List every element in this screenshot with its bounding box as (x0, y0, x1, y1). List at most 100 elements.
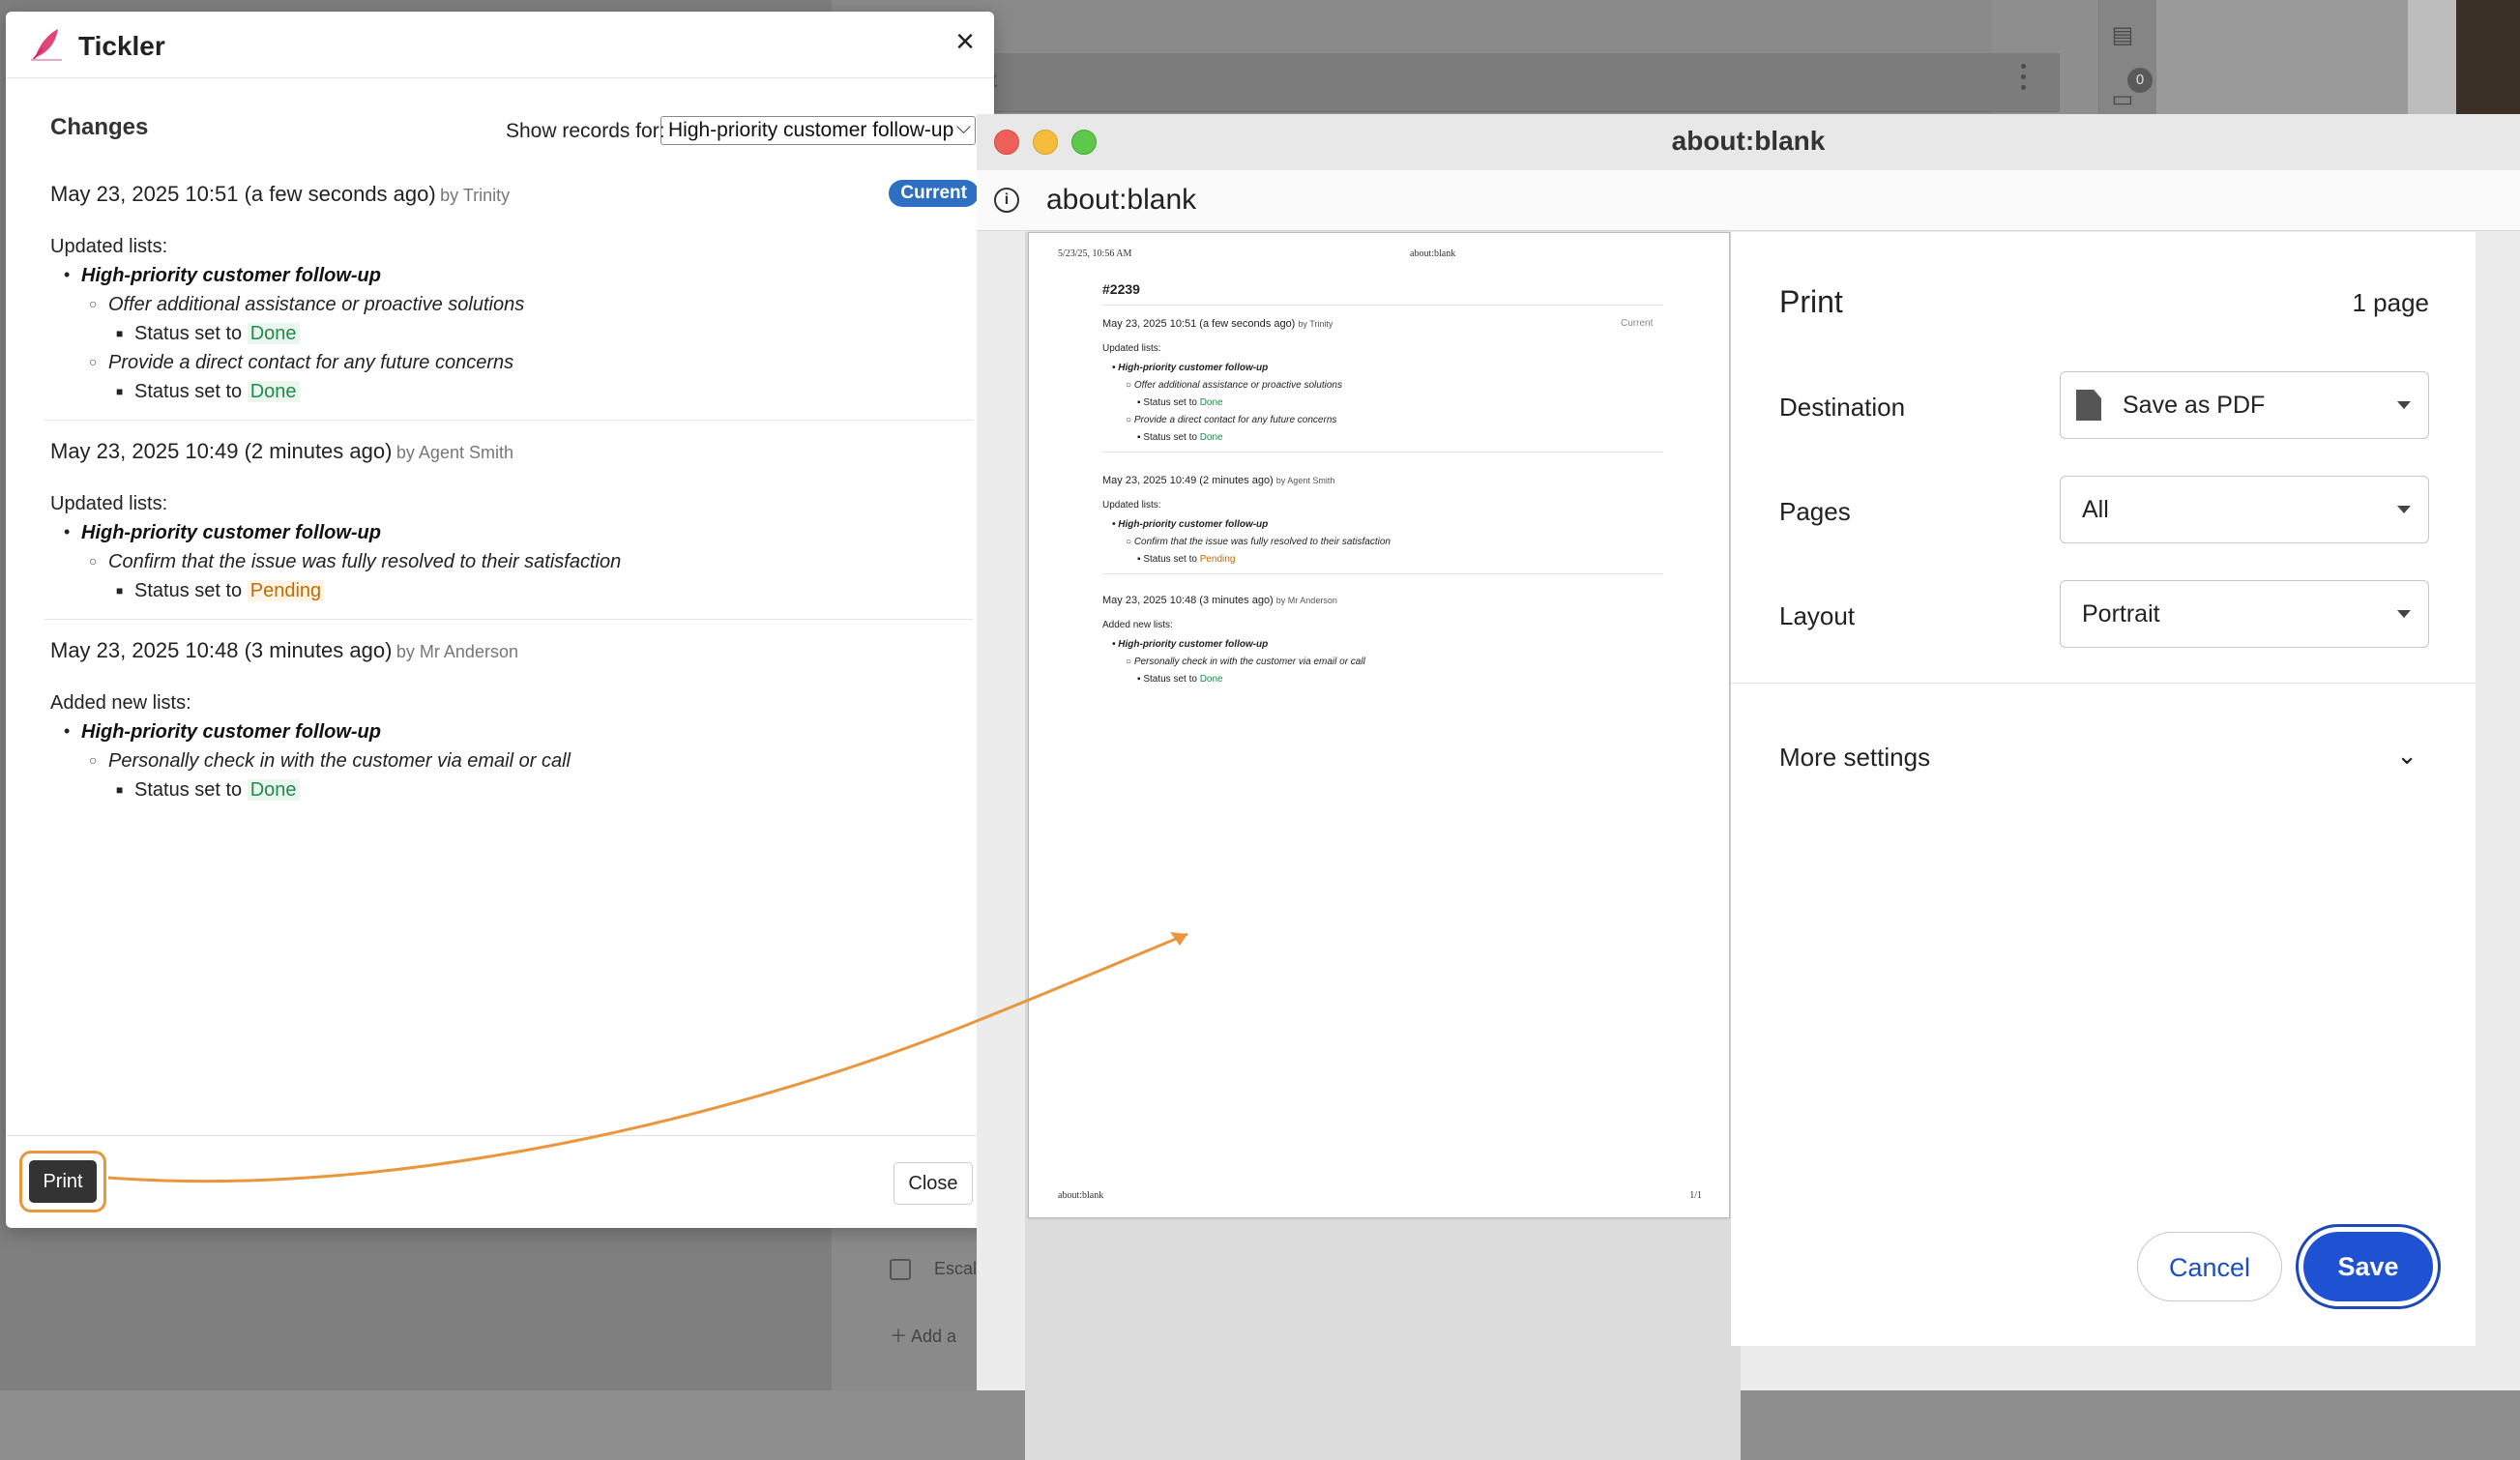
list-item-text: Confirm that the issue was fully resolve… (108, 551, 622, 572)
tickler-title: Tickler (78, 31, 165, 61)
bullet-square: ■ (116, 783, 124, 797)
preview-separator (1102, 305, 1663, 306)
record-action: Updated lists: (50, 493, 168, 514)
status-value: Done (247, 323, 300, 344)
pages-select[interactable]: All (2060, 476, 2429, 543)
preview-record-author: by Agent Smith (1275, 476, 1335, 485)
bullet-square: ■ (116, 385, 124, 398)
pages-label: Pages (1779, 497, 1851, 526)
url-text[interactable]: about:blank (1046, 184, 1196, 217)
feather-logo-icon (31, 29, 62, 61)
current-badge: Current (889, 180, 979, 207)
changes-heading: Changes (50, 114, 149, 140)
background-add-text: Add a (911, 1327, 957, 1346)
preview-record-heading: May 23, 2025 10:49 (2 minutes ago) by Ag… (1102, 475, 1334, 486)
preview-record-date: May 23, 2025 10:51 (a few seconds ago) (1102, 318, 1296, 330)
layout-value: Portrait (2082, 600, 2160, 628)
preview-status: ▪ Status set to Done (1137, 397, 1223, 408)
status-value: Done (247, 381, 300, 402)
destination-select[interactable]: Save as PDF (2060, 371, 2429, 439)
preview-record-action: Updated lists: (1102, 343, 1161, 354)
preview-record-heading: May 23, 2025 10:48 (3 minutes ago) by Mr… (1102, 595, 1337, 606)
preview-separator (1102, 452, 1663, 453)
preview-record-date: May 23, 2025 10:49 (2 minutes ago) (1102, 475, 1274, 486)
show-records-select[interactable]: High-priority customer follow-up ⌵ (660, 116, 976, 145)
preview-item-text: Provide a direct contact for any future … (1133, 415, 1337, 425)
preview-list-text: High-priority customer follow-up (1118, 519, 1269, 530)
footer-divider (6, 1135, 994, 1136)
preview-item: ○ Confirm that the issue was fully resol… (1126, 537, 1391, 547)
record-heading: May 23, 2025 10:49 (2 minutes ago) by Ag… (50, 439, 979, 464)
preview-item-text: Offer additional assistance or proactive… (1133, 380, 1342, 391)
list-name: High-priority customer follow-up (81, 721, 381, 743)
more-settings-toggle[interactable]: More settings (1779, 743, 1930, 773)
kebab-menu-icon[interactable] (2021, 64, 2027, 91)
dropdown-arrow-icon (2397, 610, 2411, 618)
preview-item-text: Confirm that the issue was fully resolve… (1133, 537, 1391, 547)
preview-status: ▪ Status set to Done (1137, 432, 1223, 443)
list-item-text: Provide a direct contact for any future … (108, 352, 514, 373)
bullet-circle: ○ (89, 354, 98, 369)
preview-separator (1102, 573, 1663, 574)
record-author: by Agent Smith (396, 443, 513, 462)
preview-header-date: 5/23/25, 10:56 AM (1058, 248, 1132, 259)
record-separator (44, 619, 973, 620)
info-icon[interactable]: i (994, 188, 1019, 213)
close-button[interactable]: Close (894, 1162, 973, 1205)
background-checkbox[interactable] (890, 1259, 911, 1280)
preview-status-value: Done (1199, 432, 1223, 443)
preview-record-action: Added new lists: (1102, 620, 1173, 630)
bullet-dot: • (64, 265, 71, 284)
preview-record-id: #2239 (1102, 281, 1140, 297)
preview-status-prefix: Status set to (1143, 397, 1197, 408)
status-prefix: Status set to (134, 323, 243, 344)
show-records-label: Show records for: (506, 120, 665, 142)
chevron-down-icon: ⌵ (955, 117, 971, 138)
show-records-value: High-priority customer follow-up (668, 119, 954, 141)
record-heading: May 23, 2025 10:51 (a few seconds ago) b… (50, 182, 979, 207)
page-count: 1 page (2352, 288, 2429, 317)
print-button[interactable]: Print (29, 1160, 97, 1203)
print-title: Print (1779, 284, 1843, 319)
book-icon[interactable]: ▤ (2108, 21, 2137, 50)
plus-icon: ＋ (890, 1327, 912, 1346)
preview-status-prefix: Status set to (1143, 432, 1197, 443)
tickler-modal: Tickler × Changes Show records for: High… (6, 12, 994, 1228)
dropdown-arrow-icon (2397, 401, 2411, 409)
preview-status-prefix: Status set to (1143, 554, 1197, 565)
status-line: Status set to Done (134, 323, 300, 345)
print-settings-panel: Print 1 page Destination Save as PDF Pag… (1731, 232, 2476, 1346)
chevron-down-icon[interactable]: ⌄ (2396, 741, 2417, 771)
status-value: Done (247, 779, 300, 801)
preview-footer-page: 1/1 (1689, 1190, 1702, 1201)
preview-list-name: • High-priority customer follow-up (1112, 519, 1269, 530)
list-name: High-priority customer follow-up (81, 522, 381, 543)
background-photo (2456, 0, 2520, 116)
preview-item-text: Personally check in with the customer vi… (1133, 657, 1365, 667)
save-button[interactable]: Save (2303, 1232, 2433, 1301)
bullet-circle: ○ (89, 752, 98, 768)
close-icon[interactable]: × (955, 25, 975, 58)
preview-list-text: High-priority customer follow-up (1118, 639, 1269, 650)
background-side-panel-edge (2408, 0, 2456, 116)
record-separator (44, 420, 973, 421)
cancel-button[interactable]: Cancel (2137, 1232, 2282, 1301)
layout-select[interactable]: Portrait (2060, 580, 2429, 648)
list-item-text: Offer additional assistance or proactive… (108, 294, 525, 315)
bullet-circle: ○ (89, 296, 98, 311)
status-line: Status set to Done (134, 779, 300, 802)
preview-status: ▪ Status set to Done (1137, 674, 1223, 685)
bullet-dot: • (64, 522, 71, 541)
status-line: Status set to Pending (134, 580, 325, 602)
record-action: Added new lists: (50, 692, 191, 714)
status-line: Status set to Done (134, 381, 300, 403)
change-record: May 23, 2025 10:49 (2 minutes ago) by Ag… (50, 439, 979, 613)
record-heading: May 23, 2025 10:48 (3 minutes ago) by Mr… (50, 638, 979, 663)
preview-footer-url: about:blank (1058, 1190, 1104, 1201)
preview-status-prefix: Status set to (1143, 674, 1197, 685)
window-titlebar: about:blank (977, 114, 2520, 171)
document-icon (2076, 390, 2101, 421)
preview-record-heading: May 23, 2025 10:51 (a few seconds ago) b… (1102, 318, 1333, 330)
bullet-circle: ○ (89, 553, 98, 569)
dropdown-arrow-icon (2397, 506, 2411, 513)
